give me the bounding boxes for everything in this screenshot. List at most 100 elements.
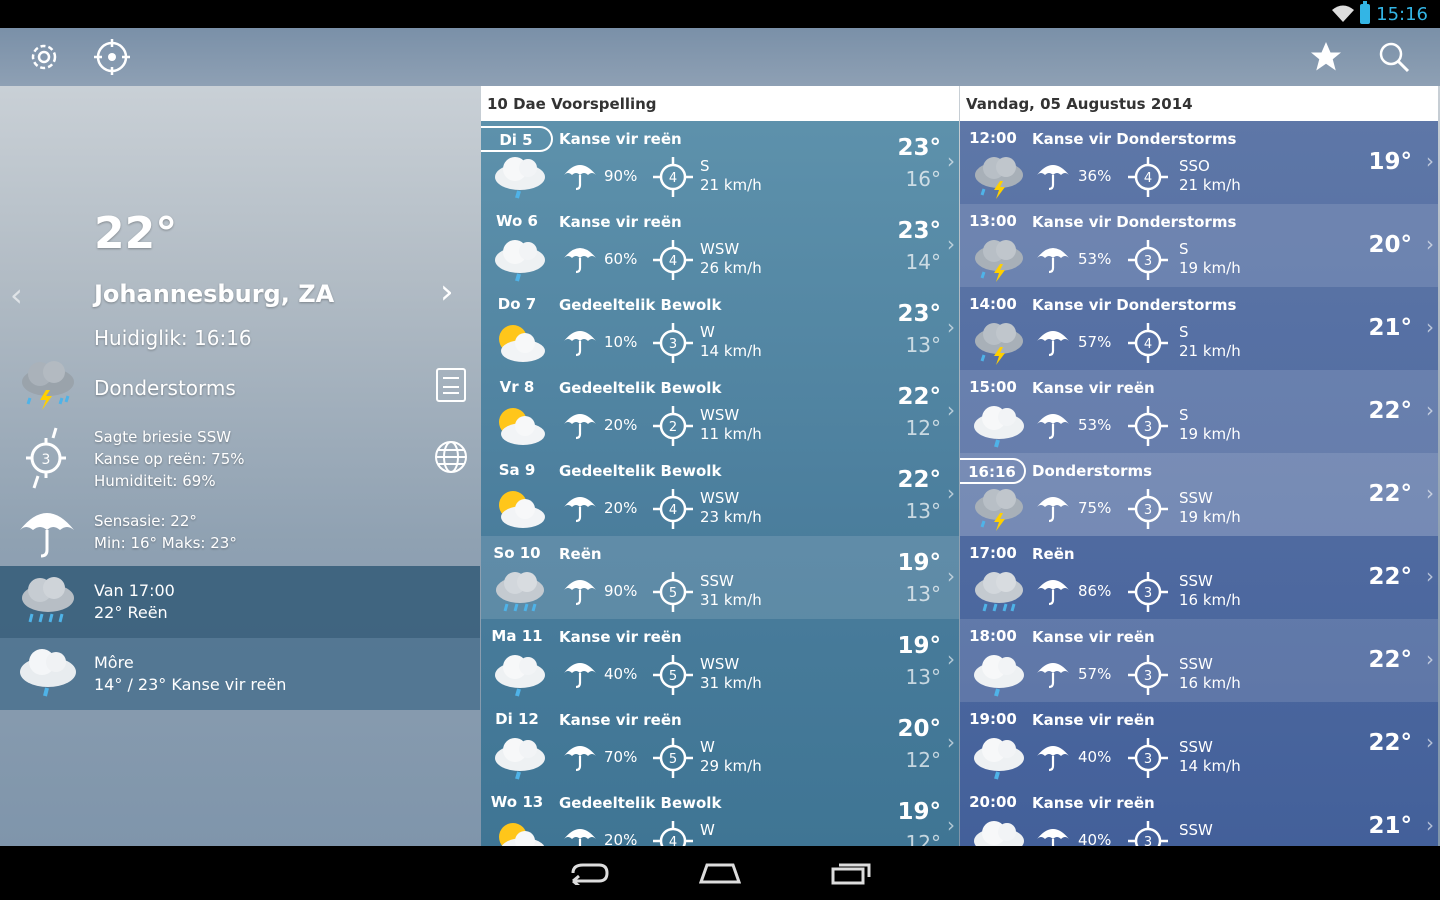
- high-temp: 22°: [897, 467, 941, 493]
- rain-chance: 75%: [1078, 499, 1112, 517]
- locate-icon[interactable]: [92, 37, 132, 77]
- rain-weather-icon: [493, 734, 547, 786]
- updated-time: Huidiglik: 16:16: [94, 326, 252, 350]
- hour-temp: 22°: [1368, 564, 1412, 590]
- feels-like-details: Sensasie: 22° Min: 16° Maks: 23°: [94, 512, 237, 552]
- next-location-arrow-icon[interactable]: ›: [440, 272, 454, 312]
- storm-weather-icon: [972, 319, 1026, 371]
- chevron-right-icon: ›: [1426, 398, 1434, 422]
- toolbar: [0, 28, 1440, 86]
- battery-icon: [1360, 1, 1371, 24]
- forecast-day-row[interactable]: Vr 8 Gedeeltelik Bewolk 20% 2 WSW 11 km/h 22° 1…: [481, 370, 959, 453]
- svg-text:4: 4: [669, 503, 677, 518]
- umbrella-icon: [563, 659, 597, 693]
- forecast-day-row[interactable]: Di 12 Kanse vir reën 70% 5 W 29 km/h 20° 12° ›: [481, 702, 959, 785]
- wind-compass-icon: 3: [1124, 734, 1172, 786]
- wind-details: Sagte briesie SSW Kanse op reën: 75% Hum…: [94, 428, 245, 490]
- hour-description: Kanse vir reën: [1032, 711, 1155, 729]
- wind-info: S 21 km/h: [1179, 323, 1241, 360]
- wind-info: SSW: [1179, 821, 1213, 839]
- hour-description: Donderstorms: [1032, 462, 1153, 480]
- heavy-rain-icon: [22, 577, 74, 623]
- forecast-day-row[interactable]: Do 7 Gedeeltelik Bewolk 10% 3 W 14 km/h 23° 13°…: [481, 287, 959, 370]
- svg-text:5: 5: [669, 752, 677, 767]
- hour-label: 13:00: [969, 212, 1017, 230]
- hourly-row[interactable]: 19:00 Kanse vir reën 40% 3 SSW 14 km/h 22° ›: [960, 702, 1438, 785]
- globe-icon[interactable]: [434, 440, 468, 474]
- low-temp: 13°: [905, 333, 941, 357]
- wind-compass-icon: 5: [649, 568, 697, 620]
- low-temp: 16°: [905, 167, 941, 191]
- forecast-day-row[interactable]: Sa 9 Gedeeltelik Bewolk 20% 4 WSW 23 km/h 22° 1…: [481, 453, 959, 536]
- current-temperature: 22°: [94, 208, 178, 259]
- svg-text:4: 4: [1144, 337, 1152, 352]
- svg-text:3: 3: [42, 452, 51, 468]
- high-temp: 19°: [897, 633, 941, 659]
- high-temp: 23°: [897, 301, 941, 327]
- hourly-row[interactable]: 13:00 Kanse vir Donderstorms 53% 3 S 19 km/h 2…: [960, 204, 1438, 287]
- hour-label: 17:00: [969, 544, 1017, 562]
- hourly-row[interactable]: 17:00 Reën 86% 3 SSW 16 km/h 22° ›: [960, 536, 1438, 619]
- wind-compass-icon: 5: [649, 651, 697, 703]
- hourly-row[interactable]: 18:00 Kanse vir reën 57% 3 SSW 16 km/h 22° ›: [960, 619, 1438, 702]
- forecast-day-row[interactable]: Ma 11 Kanse vir reën 40% 5 WSW 31 km/h 19° 13° ›: [481, 619, 959, 702]
- prev-location-arrow-icon[interactable]: ‹: [10, 276, 23, 314]
- svg-text:3: 3: [669, 337, 677, 352]
- hourly-row[interactable]: 12:00 Kanse vir Donderstorms 36% 4 SSO 21 km/…: [960, 121, 1438, 204]
- forecast-day-row[interactable]: Wo 6 Kanse vir reën 60% 4 WSW 26 km/h 23° 14° ›: [481, 204, 959, 287]
- rain-chance: 86%: [1078, 582, 1112, 600]
- chevron-right-icon: ›: [947, 481, 955, 505]
- favorite-star-icon[interactable]: [1306, 37, 1346, 77]
- wind-compass-icon: 4: [1124, 153, 1172, 205]
- forecast-day-row[interactable]: Di 5 Kanse vir reën 90% 4 S 21 km/h 23° 16° ›: [481, 121, 959, 204]
- rain-weather-icon: [493, 236, 547, 288]
- back-icon[interactable]: [569, 861, 609, 885]
- rain-chance: 57%: [1078, 665, 1112, 683]
- high-temp: 23°: [897, 218, 941, 244]
- hour-temp: 19°: [1368, 149, 1412, 175]
- day-description: Kanse vir reën: [559, 213, 682, 231]
- wind-info: W 14 km/h: [700, 323, 762, 360]
- svg-text:3: 3: [1144, 254, 1152, 269]
- day-description: Gedeeltelik Bewolk: [559, 379, 722, 397]
- hourly-row[interactable]: 14:00 Kanse vir Donderstorms 57% 4 S 21 km/h 2…: [960, 287, 1438, 370]
- chevron-right-icon: ›: [1426, 149, 1434, 173]
- hour-temp: 20°: [1368, 232, 1412, 258]
- tomorrow-band[interactable]: Môre 14° / 23° Kanse vir reën: [0, 638, 480, 710]
- wind-compass-icon: 3: [1124, 236, 1172, 288]
- chevron-right-icon: ›: [947, 315, 955, 339]
- low-temp: 13°: [905, 582, 941, 606]
- rain-chance: 40%: [1078, 748, 1112, 766]
- high-temp: 19°: [897, 550, 941, 576]
- svg-text:4: 4: [669, 171, 677, 186]
- wind-compass-icon: 3: [26, 427, 66, 489]
- home-icon[interactable]: [699, 862, 741, 884]
- details-list-icon[interactable]: [436, 368, 466, 402]
- svg-text:3: 3: [1144, 503, 1152, 518]
- high-temp: 22°: [897, 384, 941, 410]
- hourly-forecast: Vandag, 05 Augustus 2014 12:00 Kanse vir …: [960, 86, 1438, 863]
- umbrella-icon: [20, 513, 74, 558]
- umbrella-icon: [563, 576, 597, 610]
- day-label: Wo 13: [490, 793, 544, 811]
- settings-gear-icon[interactable]: [24, 37, 64, 77]
- next-hours-band[interactable]: Van 17:00 22° Reën: [0, 566, 480, 638]
- day-description: Gedeeltelik Bewolk: [559, 296, 722, 314]
- wind-compass-icon: 3: [1124, 485, 1172, 537]
- recent-apps-icon[interactable]: [831, 861, 871, 885]
- forecast-day-row[interactable]: So 10 Reën 90% 5 SSW 31 km/h 19° 13° ›: [481, 536, 959, 619]
- rain-chance: 20%: [604, 499, 638, 517]
- city-name[interactable]: Johannesburg, ZA: [94, 280, 334, 308]
- chevron-right-icon: ›: [1426, 481, 1434, 505]
- search-icon[interactable]: [1374, 37, 1414, 77]
- day-label: Di 12: [495, 710, 539, 728]
- wind-info: SSW 19 km/h: [1179, 489, 1241, 526]
- hourly-row[interactable]: 16:16 Donderstorms 75% 3 SSW 19 km/h 22° ›: [960, 453, 1438, 536]
- low-temp: 14°: [905, 250, 941, 274]
- hourly-row[interactable]: 15:00 Kanse vir reën 53% 3 S 19 km/h 22° ›: [960, 370, 1438, 453]
- thunderstorm-icon: [22, 361, 74, 410]
- wifi-icon: [1332, 5, 1355, 22]
- svg-text:5: 5: [669, 669, 677, 684]
- day-label: Do 7: [497, 295, 537, 313]
- hour-label: 12:00: [969, 129, 1017, 147]
